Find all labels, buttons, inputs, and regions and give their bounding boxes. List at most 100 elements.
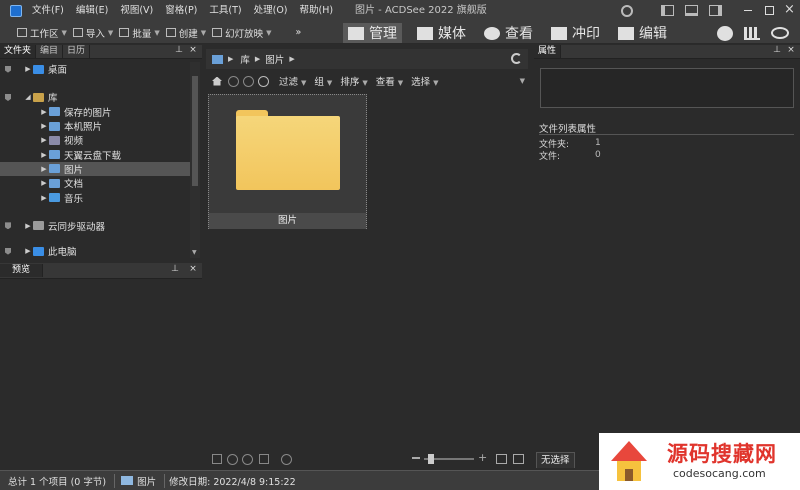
path-item-pictures[interactable]: 图片	[263, 52, 286, 66]
expand-icon[interactable]: ▶	[39, 165, 49, 173]
eye-settings-icon[interactable]	[771, 27, 789, 39]
computer-icon[interactable]	[212, 54, 223, 64]
tree-item[interactable]: ▶ 视频	[0, 133, 190, 147]
filter-label: 查看	[375, 77, 395, 88]
tree-item[interactable]: ◢ 库	[0, 90, 190, 104]
menu-item[interactable]: 视图(V)	[114, 0, 159, 22]
menu-item[interactable]: 窗格(P)	[159, 0, 203, 22]
slideshow-button[interactable]: 幻灯放映 ▼	[209, 22, 274, 44]
tree-item[interactable]: ▶ 保存的图片	[0, 105, 190, 119]
home-icon[interactable]	[212, 76, 222, 86]
expand-icon[interactable]: ▶	[39, 179, 49, 187]
dashboard-icon[interactable]	[744, 27, 760, 40]
menu-item[interactable]: 文件(F)	[26, 0, 70, 22]
play-icon[interactable]	[281, 453, 292, 465]
status-current: 图片	[137, 476, 157, 488]
expand-icon[interactable]: ▶	[39, 151, 49, 159]
image-view-icon[interactable]	[496, 454, 507, 464]
filter-label: 排序	[340, 77, 360, 88]
document-icon	[49, 178, 60, 188]
close-panel-icon[interactable]: ×	[186, 45, 200, 55]
expand-icon[interactable]: ◢	[23, 93, 33, 101]
refresh-icon[interactable]	[511, 53, 522, 64]
mode-tab[interactable]: 冲印	[546, 23, 605, 43]
filter-menu-item[interactable]: 过滤 ▼	[275, 74, 310, 88]
mode-tab[interactable]: 查看	[479, 23, 538, 43]
maximize-button[interactable]	[765, 6, 774, 15]
mode-tab[interactable]: 媒体	[412, 23, 471, 43]
tree-item[interactable]: ▶ 文档	[0, 176, 190, 190]
zoom-in-icon[interactable]: +	[478, 451, 487, 464]
filter-menu-item[interactable]: 选择 ▼	[407, 74, 442, 88]
expand-icon[interactable]: ▶	[23, 247, 33, 255]
tree-item[interactable]: ▶ 云同步驱动器	[0, 219, 190, 233]
tree-item[interactable]: ▶ 天翼云盘下载	[0, 147, 190, 162]
app-icon[interactable]	[10, 5, 22, 17]
menu-item[interactable]: 处理(O)	[248, 0, 294, 22]
pin-icon[interactable]: ⊥	[168, 264, 182, 274]
rotate-right-icon[interactable]	[242, 453, 253, 465]
import-button[interactable]: 导入 ▼	[70, 22, 116, 44]
panel-tab[interactable]: 编目	[36, 45, 64, 58]
back-icon[interactable]	[228, 75, 239, 87]
pin-icon[interactable]: ⊥	[172, 45, 186, 55]
file-item[interactable]: 图片	[208, 94, 367, 229]
layout-right-icon[interactable]	[709, 5, 722, 16]
close-button[interactable]: ×	[784, 2, 795, 17]
workspace-label: 工作区	[30, 28, 59, 40]
preview-tab[interactable]: 预览	[0, 264, 44, 277]
360-icon[interactable]	[717, 26, 733, 41]
grid-icon	[17, 28, 27, 37]
tree-item[interactable]: ▶ 图片	[0, 161, 190, 177]
layout-bottom-icon[interactable]	[685, 5, 698, 16]
menu-item[interactable]: 编辑(E)	[70, 0, 114, 22]
filter-menu-item[interactable]: 查看 ▼	[372, 74, 407, 88]
panel-tab[interactable]: 文件夹	[0, 45, 37, 58]
bookmark-icon[interactable]	[5, 247, 11, 255]
mode-tab[interactable]: 编辑	[613, 23, 672, 43]
mode-tab[interactable]: 管理	[343, 23, 402, 43]
tree-item[interactable]: ▶ 桌面	[0, 62, 190, 76]
forward-icon[interactable]	[243, 75, 254, 87]
batch-button[interactable]: 批量 ▼	[116, 22, 162, 44]
panel-tab[interactable]: 日历	[63, 45, 91, 58]
expand-icon[interactable]: ▶	[23, 222, 33, 230]
tree-item[interactable]: ▶ 此电脑	[0, 244, 190, 258]
filter-menu-item[interactable]: 组 ▼	[310, 74, 336, 88]
close-panel-icon[interactable]: ×	[186, 264, 200, 274]
expand-icon[interactable]: ▶	[39, 136, 49, 144]
expand-icon[interactable]: ▶	[39, 122, 49, 130]
filter-menu-item[interactable]: 排序 ▼	[336, 74, 371, 88]
zoom-slider[interactable]	[424, 454, 474, 464]
properties-tab[interactable]: 属性	[534, 45, 562, 58]
account-icon[interactable]	[621, 5, 633, 17]
path-item-library[interactable]: 库	[238, 52, 252, 66]
bookmark-icon[interactable]	[5, 222, 11, 230]
bookmark-icon[interactable]	[5, 93, 11, 101]
more-tools-button[interactable]: »	[293, 22, 305, 44]
tree-scrollbar[interactable]: ▼	[190, 62, 200, 258]
list-view-icon[interactable]	[513, 454, 524, 464]
no-selection-tab[interactable]: 无选择	[536, 452, 575, 468]
minimize-button[interactable]	[744, 10, 752, 11]
bookmark-icon[interactable]	[5, 65, 11, 73]
create-button[interactable]: 创建 ▼	[163, 22, 209, 44]
tree-item[interactable]: ▶ 本机照片	[0, 119, 190, 133]
tree-item[interactable]: ▶ 音乐	[0, 190, 190, 205]
rotate-left-icon[interactable]	[212, 454, 222, 464]
zoom-out-icon[interactable]	[412, 457, 420, 459]
expand-icon[interactable]: ▶	[39, 108, 49, 116]
menu-item[interactable]: 工具(T)	[203, 0, 247, 22]
delete-icon[interactable]	[259, 454, 269, 464]
options-dropdown-icon[interactable]: ▼	[520, 77, 525, 85]
layout-left-icon[interactable]	[661, 5, 674, 16]
mode-label: 管理	[369, 26, 397, 42]
up-icon[interactable]	[258, 75, 269, 87]
rotate-icon[interactable]	[227, 453, 238, 465]
expand-icon[interactable]: ▶	[39, 194, 49, 202]
menu-item[interactable]: 帮助(H)	[294, 0, 340, 22]
pin-icon[interactable]: ⊥	[770, 45, 784, 55]
expand-icon[interactable]: ▶	[23, 65, 33, 73]
close-panel-icon[interactable]: ×	[784, 45, 798, 55]
workspace-button[interactable]: 工作区 ▼	[14, 22, 70, 44]
